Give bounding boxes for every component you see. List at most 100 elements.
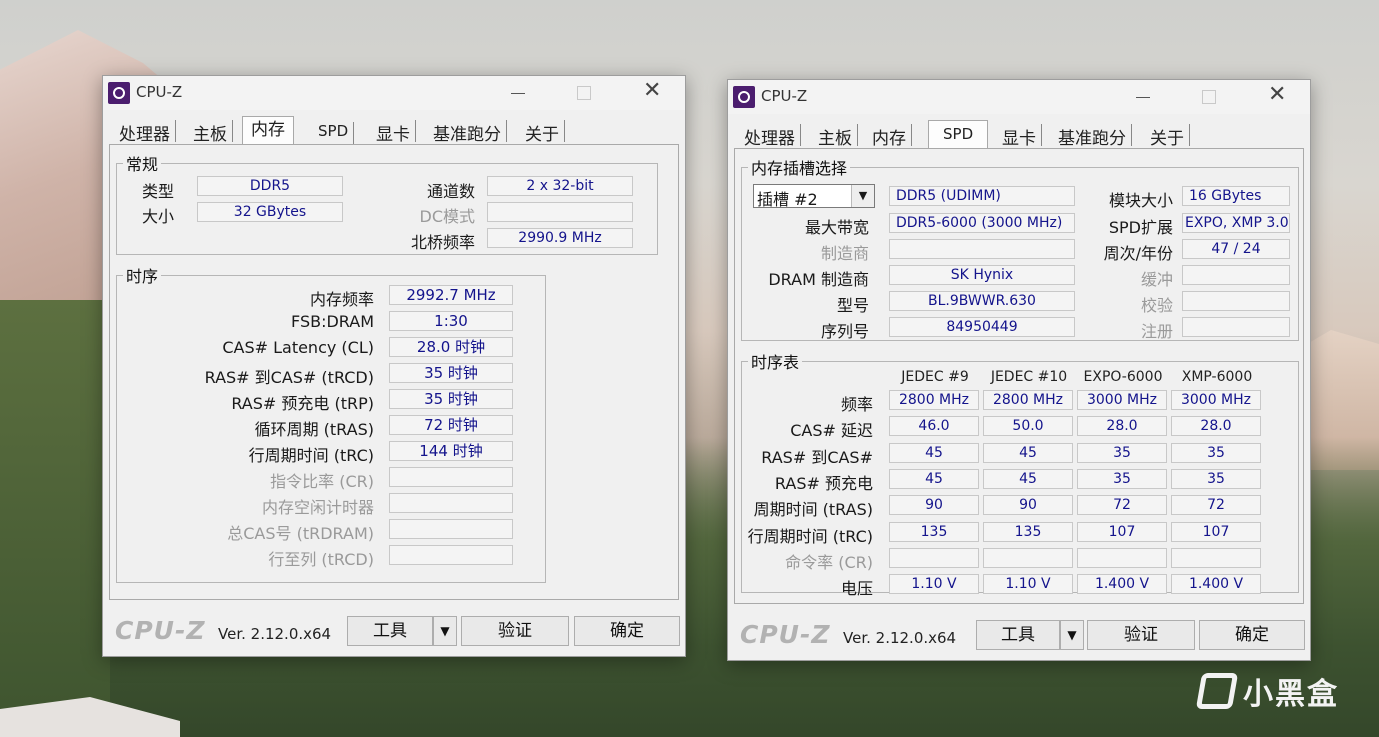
footer-bar: CPU-Z Ver. 2.12.0.x64 工具 ▼ 验证 确定 (728, 616, 1310, 660)
timing-label: RAS# 到CAS# (tRCD) (204, 368, 374, 387)
slot-select-value: 插槽 #2 (757, 190, 818, 209)
validate-button[interactable]: 验证 (461, 616, 569, 646)
buffer-value (1182, 265, 1290, 285)
timing-table-row-label: RAS# 到CAS# (761, 447, 873, 467)
timing-table-cell: 28.0 (1171, 416, 1261, 437)
slot-legend: 内存插槽选择 (751, 159, 848, 178)
cpuz-brand-logo: CPU-Z (115, 616, 206, 645)
ok-button[interactable]: 确定 (1199, 620, 1305, 650)
general-legend: 常规 (126, 155, 159, 174)
spd-ext-value: EXPO, XMP 3.0 (1182, 213, 1290, 233)
tab-bench[interactable]: 基准跑分 (433, 120, 507, 145)
tab-cpu[interactable]: 处理器 (119, 120, 176, 145)
timing-table-row-label: 电压 (840, 579, 873, 599)
northbridge-freq-label: 北桥频率 (410, 233, 475, 252)
tools-button[interactable]: 工具 (976, 620, 1060, 650)
timing-table-cell: 45 (889, 468, 979, 489)
timing-column-header: EXPO-6000 (1083, 369, 1163, 385)
type-value: DDR5 (197, 176, 343, 196)
timing-table-row-label: CAS# 延迟 (790, 421, 873, 441)
module-size-label: 模块大小 (1108, 191, 1173, 210)
footer-bar: CPU-Z Ver. 2.12.0.x64 工具 ▼ 验证 确定 (103, 612, 685, 656)
dc-mode-value (487, 202, 633, 222)
timing-table-cell: 3000 MHz (1171, 390, 1261, 410)
size-value: 32 GBytes (197, 202, 343, 222)
timing-table-cell: 35 (1171, 468, 1261, 489)
timing-table-cell: 72 (1171, 495, 1261, 516)
timing-value (389, 519, 513, 539)
timing-table-row-label: 频率 (840, 395, 873, 414)
maximize-icon[interactable] (577, 86, 591, 100)
max-bandwidth-value: DDR5-6000 (3000 MHz) (889, 213, 1075, 233)
timing-value (389, 545, 513, 565)
xiaoheihe-watermark: 小黑盒 (1195, 669, 1339, 713)
chevron-down-icon[interactable]: ▼ (851, 185, 874, 207)
tools-dropdown-icon[interactable]: ▼ (433, 616, 457, 646)
watermark-text: 小黑盒 (1243, 677, 1339, 712)
slot-select[interactable]: 插槽 #2 ▼ (753, 184, 875, 209)
cpuz-brand-logo: CPU-Z (740, 620, 831, 649)
timing-label: FSB:DRAM (291, 312, 374, 331)
tab-spd[interactable]: SPD (928, 120, 989, 149)
timing-value: 2992.7 MHz (389, 285, 513, 305)
window-title: CPU-Z (761, 87, 808, 105)
tab-mainboard[interactable]: 主板 (818, 124, 858, 149)
tab-mainboard[interactable]: 主板 (193, 120, 233, 145)
close-icon[interactable]: ✕ (1268, 82, 1286, 107)
part-number-label: 型号 (836, 296, 869, 315)
serial-number-label: 序列号 (820, 322, 869, 341)
tab-spd[interactable]: SPD (318, 122, 355, 146)
timings-legend: 时序 (126, 267, 159, 286)
tab-memory[interactable]: 内存 (872, 124, 912, 149)
minimize-icon[interactable] (511, 93, 525, 94)
dram-manufacturer-label: DRAM 制造商 (768, 270, 869, 289)
timing-table-cell: 35 (1077, 442, 1167, 463)
ok-button[interactable]: 确定 (574, 616, 680, 646)
close-icon[interactable]: ✕ (643, 78, 661, 103)
part-number-value: BL.9BWWR.630 (889, 291, 1075, 311)
title-bar[interactable]: CPU-Z ✕ (103, 76, 685, 110)
channels-label: 通道数 (426, 182, 475, 201)
checksum-label: 校验 (1140, 296, 1173, 315)
timing-table-cell: 1.400 V (1171, 574, 1261, 595)
tools-dropdown-icon[interactable]: ▼ (1060, 620, 1084, 650)
timing-label: CAS# Latency (CL) (222, 338, 374, 357)
buffer-label: 缓冲 (1140, 270, 1173, 289)
timing-label: 内存空闲计时器 (261, 498, 374, 517)
timing-table-row-label: 命令率 (CR) (785, 552, 873, 572)
maximize-icon[interactable] (1202, 90, 1216, 104)
tab-memory[interactable]: 内存 (242, 116, 294, 145)
timing-table-cell: 90 (889, 495, 979, 516)
type-label: 类型 (141, 182, 174, 201)
tab-cpu[interactable]: 处理器 (744, 124, 801, 149)
timing-table-cell: 107 (1171, 521, 1261, 542)
tab-graphics[interactable]: 显卡 (1002, 124, 1042, 149)
validate-button[interactable]: 验证 (1087, 620, 1195, 650)
timing-table-cell (889, 547, 979, 568)
week-year-value: 47 / 24 (1182, 239, 1290, 259)
tab-about[interactable]: 关于 (525, 120, 565, 145)
spd-panel: 内存插槽选择 插槽 #2 ▼ DDR5 (UDIMM) 模块大小 16 GByt… (734, 148, 1304, 604)
timing-table-row-label: RAS# 预充电 (774, 473, 873, 493)
tab-graphics[interactable]: 显卡 (376, 120, 416, 145)
timing-table-cell: 1.10 V (983, 574, 1073, 595)
timing-table-cell: 35 (1077, 468, 1167, 489)
timing-table-cell: 45 (983, 468, 1073, 489)
timing-table-cell: 45 (983, 442, 1073, 463)
timing-table-legend: 时序表 (751, 353, 800, 372)
timing-label: 行周期时间 (tRC) (248, 446, 374, 465)
dram-manufacturer-value: SK Hynix (889, 265, 1075, 285)
timing-table-cell: 107 (1077, 521, 1167, 542)
timing-label: 总CAS号 (tRDRAM) (227, 524, 374, 543)
timing-table-cell: 135 (983, 521, 1073, 542)
tab-about[interactable]: 关于 (1150, 124, 1190, 149)
timing-value: 35 时钟 (389, 389, 513, 409)
tools-button[interactable]: 工具 (347, 616, 433, 646)
title-bar[interactable]: CPU-Z ✕ (728, 80, 1310, 114)
tab-bench[interactable]: 基准跑分 (1058, 124, 1132, 149)
timing-table-cell: 2800 MHz (889, 390, 979, 410)
timing-column-header: XMP-6000 (1181, 369, 1253, 385)
timing-value: 28.0 时钟 (389, 337, 513, 357)
timing-value: 1:30 (389, 311, 513, 331)
minimize-icon[interactable] (1136, 97, 1150, 98)
